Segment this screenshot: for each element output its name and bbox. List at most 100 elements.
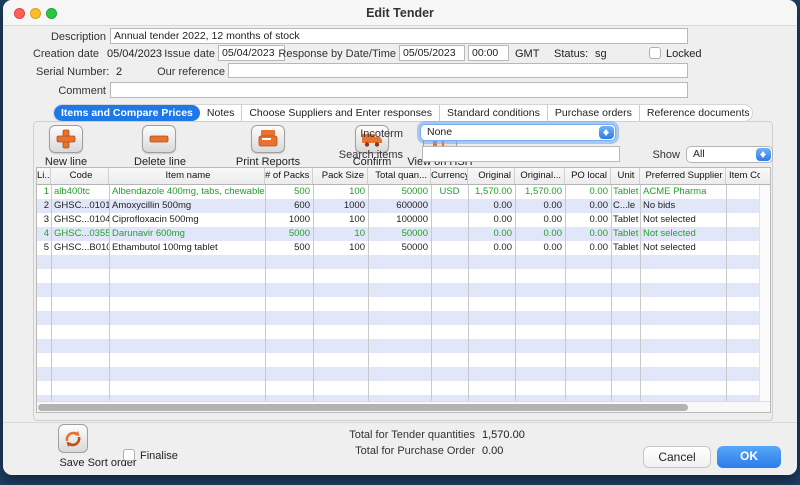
cell-item-name: Darunavir 600mg [109,227,265,241]
cell-unit: Tablet [611,213,640,227]
col-code[interactable]: Code [51,168,109,184]
cell-item-con [726,213,759,227]
new-line-button[interactable] [49,125,83,153]
cell-item-con [726,185,759,199]
cell-preferred-supplier: ACME Pharma [640,185,726,199]
show-value: All [693,148,705,160]
cell-line: 3 [37,213,51,227]
cell-item-name: Albendazole 400mg, tabs, chewable [109,185,265,199]
table-row[interactable]: 2 GHSC...0101 Amoxycillin 500mg 600 1000… [37,199,759,213]
total-po-value: 0.00 [482,445,503,457]
col-total-quan[interactable]: Total quan... [368,168,431,184]
total-po-label: Total for Purchase Order [275,445,475,457]
col-item-con[interactable]: Item Con.. [726,168,760,184]
cell-original2: 0.00 [515,199,565,213]
finalise-checkbox[interactable] [123,449,135,461]
cell-packs: 500 [265,185,313,199]
total-tender-value: 1,570.00 [482,429,525,441]
scrollbar-thumb[interactable] [38,404,688,411]
cell-currency: USD [431,185,468,199]
incoterm-dropdown[interactable]: None [420,124,616,141]
cell-unit: Tablet [611,185,640,199]
cell-preferred-supplier: No bids [640,199,726,213]
cell-line: 1 [37,185,51,199]
cell-po-local: 0.00 [565,185,611,199]
cell-pack-size: 100 [313,213,368,227]
col-item-name[interactable]: Item name [109,168,265,184]
cell-currency [431,213,468,227]
cell-code: alb400tc [51,185,109,199]
cell-total-quan: 600000 [368,199,431,213]
cell-packs: 600 [265,199,313,213]
tab-reference-documents[interactable]: Reference documents [639,105,753,121]
cell-currency [431,241,468,255]
col-original2[interactable]: Original... [515,168,565,184]
cell-total-quan: 50000 [368,227,431,241]
col-po-local[interactable]: PO local [565,168,611,184]
tab-standard-conditions[interactable]: Standard conditions [439,105,547,121]
cell-unit: C...le [611,199,640,213]
locked-checkbox[interactable] [649,47,661,59]
col-unit[interactable]: Unit [611,168,640,184]
cell-po-local: 0.00 [565,213,611,227]
cell-packs: 1000 [265,213,313,227]
col-preferred-supplier[interactable]: Preferred Supplier [640,168,726,184]
save-sort-order-label: Save Sort order [43,457,153,469]
cell-unit: Tablet [611,227,640,241]
cell-preferred-supplier: Not selected [640,241,726,255]
cell-po-local: 0.00 [565,241,611,255]
issue-date-label: Issue date [113,48,215,60]
timezone-label: GMT [515,48,539,60]
edit-tender-window: Edit Tender Description Creation date 05… [3,0,797,475]
col-original[interactable]: Original [468,168,515,184]
col-line[interactable]: Li... [37,168,51,184]
sort-arrows-icon [62,428,84,450]
ok-button[interactable]: OK [717,446,781,468]
tab-notes[interactable]: Notes [200,105,241,121]
vertical-scrollbar[interactable] [759,185,770,401]
cell-original2: 0.00 [515,241,565,255]
plus-icon [55,129,77,149]
cell-packs: 5000 [265,227,313,241]
save-sort-order-button[interactable] [58,424,88,453]
tab-purchase-orders[interactable]: Purchase orders [547,105,639,121]
tab-items-and-compare-prices[interactable]: Items and Compare Prices [54,105,200,121]
table-row[interactable]: 1 alb400tc Albendazole 400mg, tabs, chew… [37,185,759,199]
cell-currency [431,227,468,241]
col-currency[interactable]: Currency [431,168,468,184]
print-reports-button[interactable] [251,125,285,153]
show-dropdown[interactable]: All [686,146,773,163]
cell-po-local: 0.00 [565,199,611,213]
response-date-input[interactable] [399,45,465,61]
cell-pack-size: 1000 [313,199,368,213]
status-value: sg [595,48,607,60]
delete-line-button[interactable] [142,125,176,153]
table-row[interactable]: 3 GHSC...0104 Ciprofloxacin 500mg 1000 1… [37,213,759,227]
horizontal-scrollbar[interactable] [37,401,770,412]
cell-pack-size: 10 [313,227,368,241]
col-pack-size[interactable]: Pack Size [313,168,368,184]
cell-item-con [726,227,759,241]
table-header: Li... Code Item name # of Packs Pack Siz… [37,168,770,185]
cancel-button[interactable]: Cancel [643,446,711,468]
total-tender-label: Total for Tender quantities [275,429,475,441]
incoterm-label: Incoterm [303,128,403,140]
cell-packs: 500 [265,241,313,255]
show-label: Show [603,149,680,161]
response-time-input[interactable] [468,45,509,61]
comment-input[interactable] [110,82,688,98]
table-row[interactable]: 4 GHSC...0355 Darunavir 600mg 5000 10 50… [37,227,759,241]
comment-label: Comment [3,85,106,97]
cell-code: GHSC...0104 [51,213,109,227]
cell-code: GHSC...0101 [51,199,109,213]
search-items-input[interactable] [422,146,620,162]
description-input[interactable] [110,28,688,44]
table-row[interactable]: 5 GHSC...B0103 Ethambutol 100mg tablet 5… [37,241,759,255]
window-title: Edit Tender [3,6,797,20]
cell-line: 4 [37,227,51,241]
cell-unit: Tablet [611,241,640,255]
tab-choose-suppliers[interactable]: Choose Suppliers and Enter responses [241,105,439,121]
our-reference-input[interactable] [228,63,688,78]
cell-pack-size: 100 [313,185,368,199]
col-packs[interactable]: # of Packs [265,168,313,184]
